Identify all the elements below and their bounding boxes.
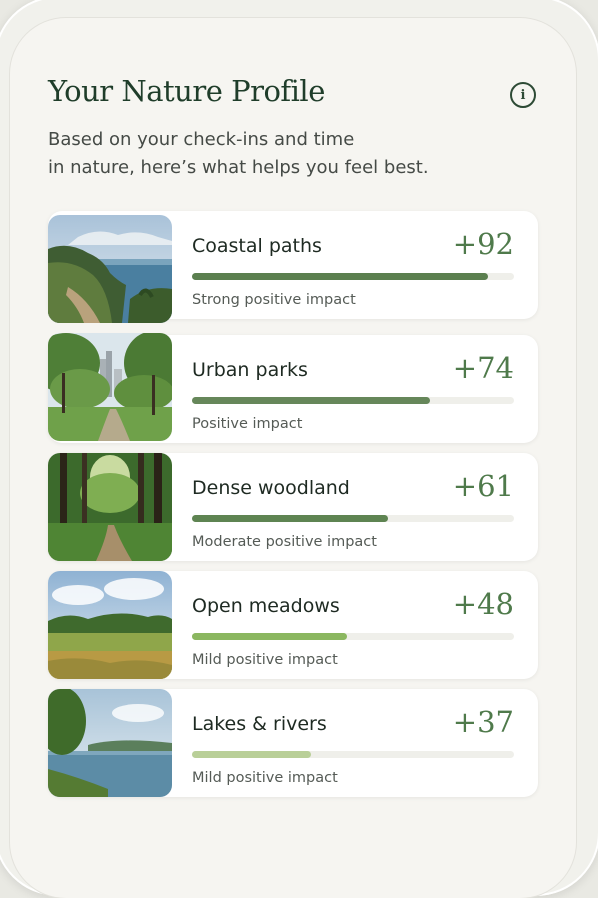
- item-score: +61: [452, 469, 514, 503]
- item-score: +74: [452, 351, 514, 385]
- item-name: Lakes & rivers: [192, 713, 327, 735]
- impact-label: Positive impact: [192, 416, 303, 432]
- impact-bar-track: [192, 273, 514, 280]
- impact-bar-fill: [192, 751, 312, 758]
- item-name: Coastal paths: [192, 235, 322, 257]
- profile-card-lakes-rivers[interactable]: Lakes & rivers +37 Mild positive impact: [48, 689, 538, 797]
- info-icon[interactable]: i: [510, 82, 536, 108]
- impact-bar-fill: [192, 397, 431, 404]
- impact-bar-track: [192, 633, 514, 640]
- impact-bar-fill: [192, 273, 489, 280]
- impact-label: Moderate positive impact: [192, 534, 377, 550]
- impact-bar-track: [192, 751, 514, 758]
- subtitle-line-2: in nature, here’s what helps you feel be…: [48, 157, 429, 178]
- profile-card-urban-parks[interactable]: Urban parks +74 Positive impact: [48, 333, 538, 443]
- item-name: Dense woodland: [192, 477, 350, 499]
- item-score: +37: [452, 705, 514, 739]
- page-title: Your Nature Profile: [48, 74, 325, 108]
- impact-label: Mild positive impact: [192, 770, 338, 786]
- coastal-cliff-image: [48, 215, 172, 323]
- meadow-image: [48, 571, 172, 679]
- impact-bar-track: [192, 397, 514, 404]
- impact-label: Strong positive impact: [192, 292, 356, 308]
- page-subtitle: Based on your check-ins and time in natu…: [48, 126, 468, 182]
- profile-card-coastal-paths[interactable]: Coastal paths +92 Strong positive impact: [48, 211, 538, 323]
- impact-bar-fill: [192, 633, 347, 640]
- impact-bar-fill: [192, 515, 389, 522]
- item-score: +92: [452, 227, 514, 261]
- item-name: Open meadows: [192, 595, 340, 617]
- lake-image: [48, 689, 172, 797]
- woodland-image: [48, 453, 172, 561]
- subtitle-line-1: Based on your check-ins and time: [48, 129, 355, 150]
- item-score: +48: [452, 587, 514, 621]
- impact-bar-track: [192, 515, 514, 522]
- item-name: Urban parks: [192, 359, 308, 381]
- impact-label: Mild positive impact: [192, 652, 338, 668]
- urban-park-image: [48, 333, 172, 441]
- profile-card-dense-woodland[interactable]: Dense woodland +61 Moderate positive imp…: [48, 453, 538, 561]
- profile-card-open-meadows[interactable]: Open meadows +48 Mild positive impact: [48, 571, 538, 679]
